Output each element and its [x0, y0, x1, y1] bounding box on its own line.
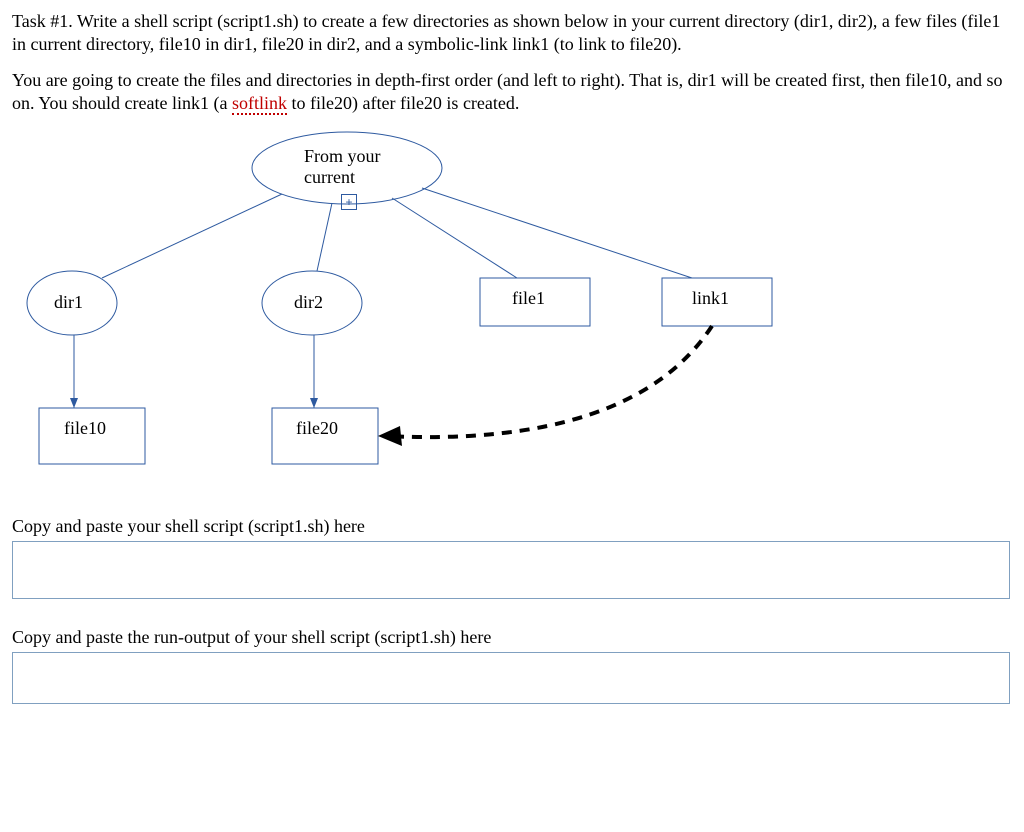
task-paragraph-1: Task #1. Write a shell script (script1.s…: [12, 10, 1012, 55]
script-prompt: Copy and paste your shell script (script…: [12, 516, 1012, 537]
output-answer-box[interactable]: [12, 652, 1010, 704]
file1-node: file1: [512, 288, 545, 309]
directory-tree-diagram: From your current + dir1 dir2 file1 link…: [12, 128, 1012, 508]
task-paragraph-2: You are going to create the files and di…: [12, 69, 1012, 114]
file10-node: file10: [64, 418, 106, 439]
root-line1: From your: [304, 146, 394, 167]
root-node: From your current +: [304, 146, 394, 211]
expand-icon[interactable]: +: [341, 194, 357, 210]
dir1-node: dir1: [54, 292, 83, 313]
script-answer-box[interactable]: [12, 541, 1010, 599]
softlink-word: softlink: [232, 93, 287, 115]
output-prompt: Copy and paste the run-output of your sh…: [12, 627, 1012, 648]
file20-node: file20: [296, 418, 338, 439]
link1-node: link1: [692, 288, 729, 309]
dir2-node: dir2: [294, 292, 323, 313]
task-p2-post: to file20) after file20 is created.: [287, 93, 519, 113]
root-line2: current: [304, 167, 394, 188]
